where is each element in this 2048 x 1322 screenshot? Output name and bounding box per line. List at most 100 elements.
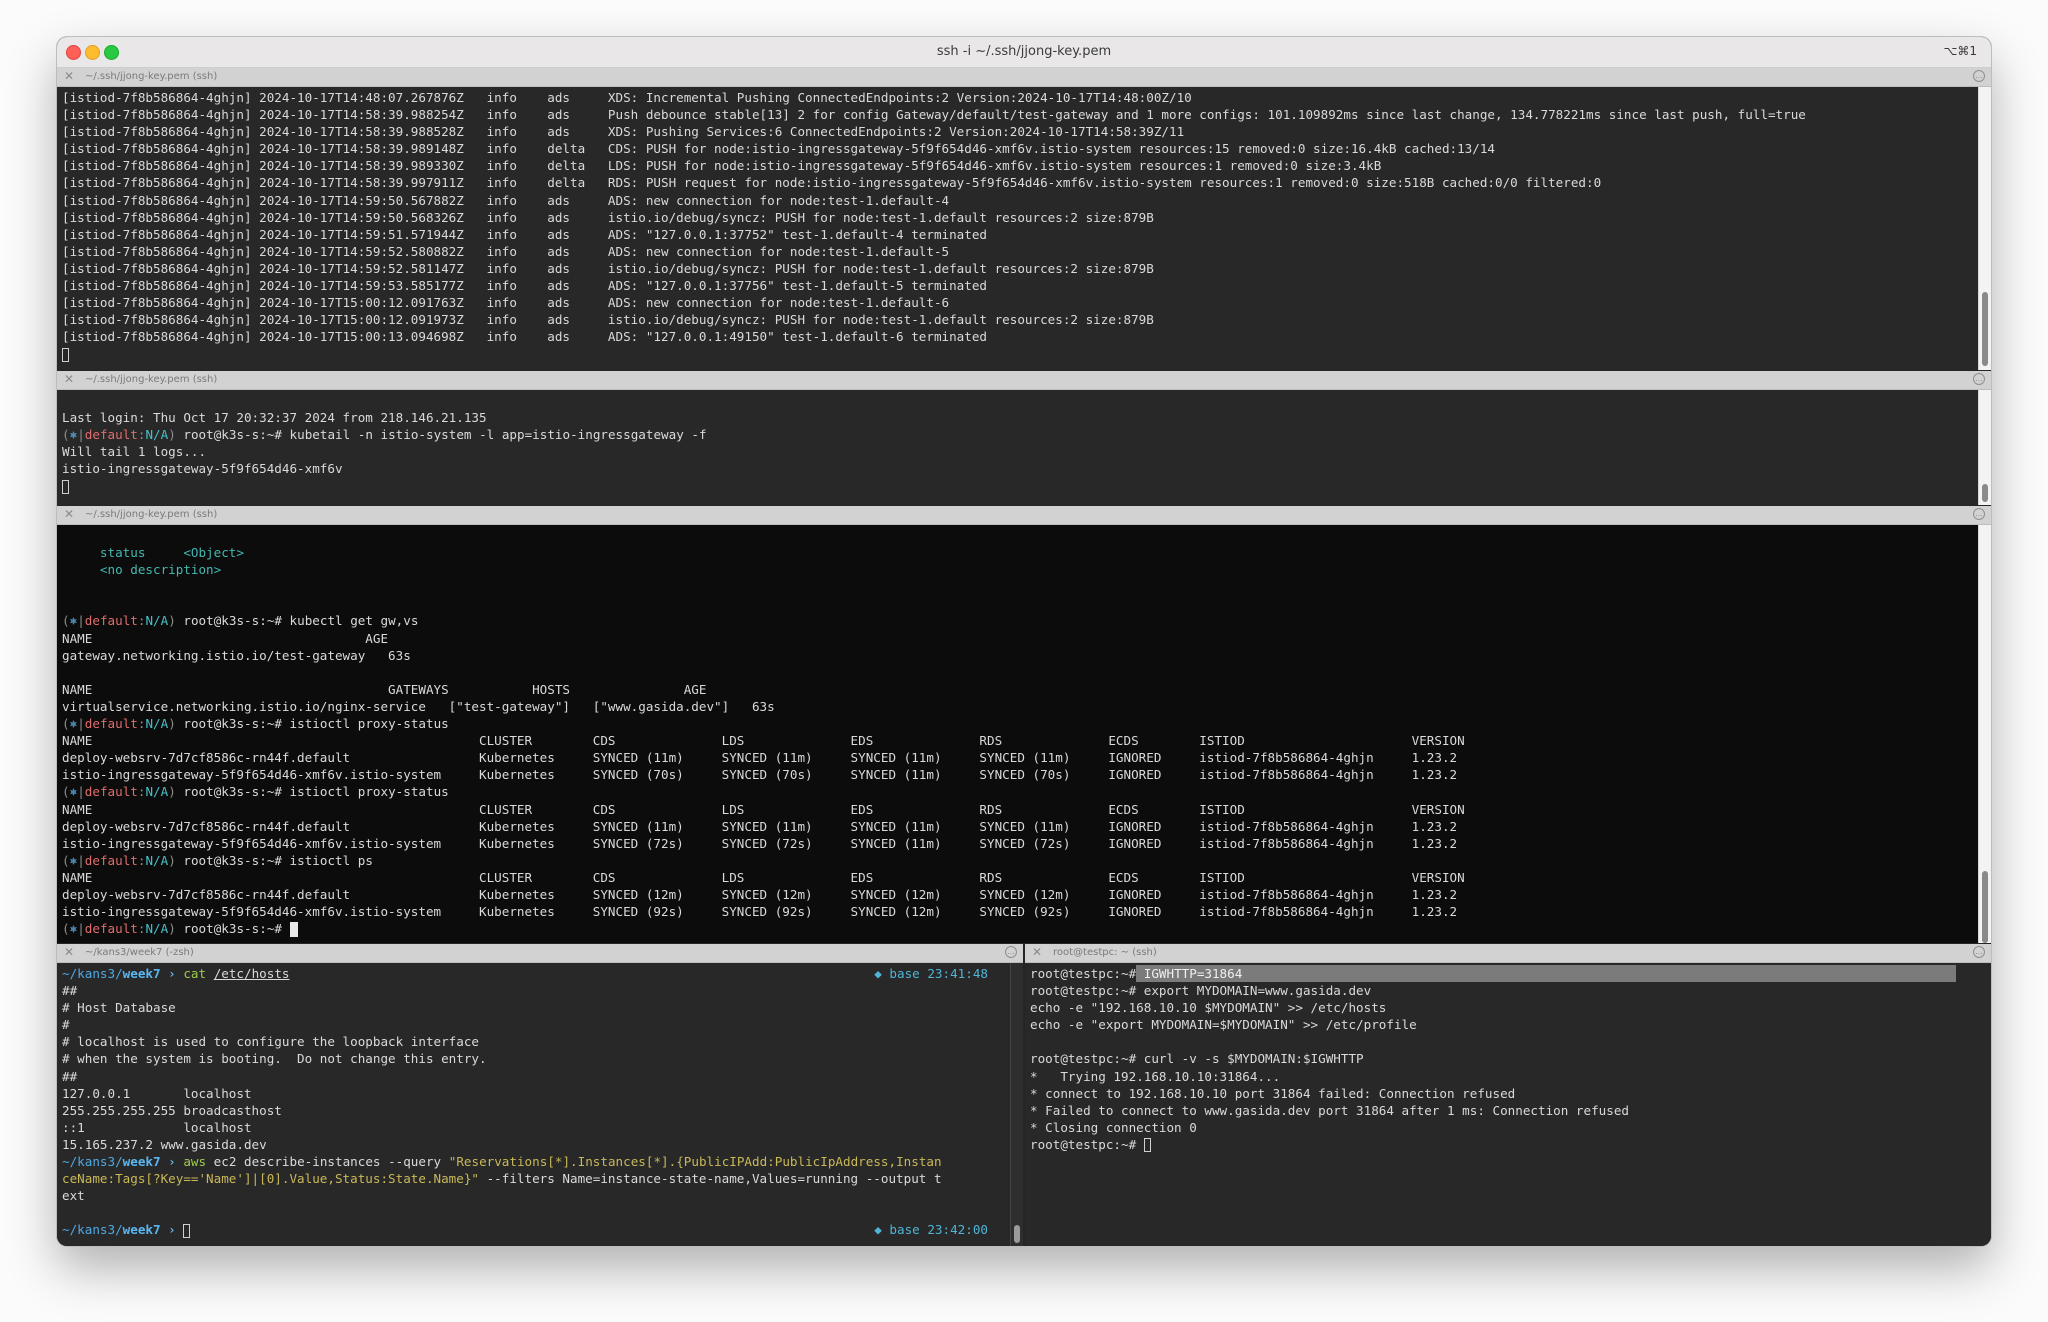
log-line: [istiod-7f8b586864-4ghjn] 2024-10-17T14:…: [62, 226, 988, 242]
prompt-line: (⎈|default:N/A) root@k3s-s:~# kubetail -…: [62, 427, 707, 443]
close-pane-icon[interactable]: ✕: [64, 372, 74, 386]
prompt-line: root@testpc:~#: [1030, 1136, 1986, 1153]
terminal-cursor: [62, 479, 69, 494]
selected-text: IGWHTTP=31864: [1136, 965, 1957, 983]
prompt-line: ~/kans3/week7 › aws ec2 describe-instanc…: [62, 1154, 942, 1170]
terminal-output[interactable]: root@testpc:~# IGWHTTP=31864 root@testpc…: [1025, 963, 1991, 1246]
terminal-output[interactable]: Last login: Thu Oct 17 20:32:37 2024 fro…: [57, 390, 1979, 505]
table-header: NAME CLUSTER CDS LDS EDS RDS ECDS ISTIOD…: [62, 801, 1465, 817]
table-row: deploy-websrv-7d7cf8586c-rn44f.default K…: [62, 886, 1458, 902]
prompt-line: ~/kans3/week7 › ◆ base 23:42:00: [62, 1222, 988, 1238]
table-header: NAME CLUSTER CDS LDS EDS RDS ECDS ISTIOD…: [62, 869, 1465, 885]
command-text: istioctl ps: [289, 852, 373, 868]
terminal-output[interactable]: [istiod-7f8b586864-4ghjn] 2024-10-17T14:…: [57, 87, 1979, 370]
scrollbar[interactable]: [1978, 87, 1991, 370]
pane-title-bar[interactable]: ✕ ~/.ssh/jjong-key.pem (ssh) …: [57, 506, 1991, 525]
table-row: deploy-websrv-7d7cf8586c-rn44f.default K…: [62, 750, 1458, 766]
prompt-line: ~/kans3/week7 › cat /etc/hosts ◆ base 23:…: [62, 966, 988, 981]
output-line: istio-ingressgateway-5f9f654d46-xmf6v: [62, 461, 343, 477]
prompt-line: (⎈|default:N/A) root@k3s-s:~# kubectl ge…: [62, 613, 419, 629]
title-bar[interactable]: ssh -i ~/.ssh/jjong-key.pem ⌥⌘1: [57, 37, 1991, 68]
table-row: istio-ingressgateway-5f9f654d46-xmf6v.is…: [62, 835, 1458, 851]
scrollbar-thumb[interactable]: [1982, 484, 1988, 502]
scrollbar-thumb[interactable]: [1982, 292, 1988, 366]
log-line: [istiod-7f8b586864-4ghjn] 2024-10-17T14:…: [62, 158, 1382, 174]
output-line: ##: [62, 983, 78, 999]
log-line: [istiod-7f8b586864-4ghjn] 2024-10-17T14:…: [62, 124, 1185, 140]
terminal-output[interactable]: status <Object> <no description> (⎈|defa…: [57, 525, 1979, 943]
table-header: NAME AGE: [62, 630, 389, 646]
output-line: root@testpc:~# export MYDOMAIN=www.gasid…: [1030, 983, 1372, 999]
terminal-cursor: [289, 922, 298, 938]
close-pane-icon[interactable]: ✕: [1032, 945, 1042, 959]
pane-istiod-logs[interactable]: ✕ ~/.ssh/jjong-key.pem (ssh) … [istiod-7…: [57, 68, 1991, 370]
log-line: [istiod-7f8b586864-4ghjn] 2024-10-17T14:…: [62, 90, 1192, 105]
window-shortcut: ⌥⌘1: [1943, 44, 1977, 58]
log-line: [istiod-7f8b586864-4ghjn] 2024-10-17T14:…: [62, 278, 988, 294]
log-line: [istiod-7f8b586864-4ghjn] 2024-10-17T15:…: [62, 312, 1154, 328]
log-line: [istiod-7f8b586864-4ghjn] 2024-10-17T14:…: [62, 243, 950, 259]
output-line: 255.255.255.255 broadcasthost: [62, 1102, 282, 1118]
pane-title-bar[interactable]: ✕ root@testpc: ~ (ssh) …: [1025, 944, 1991, 963]
pane-title: ~/kans3/week7 (-zsh): [85, 947, 194, 958]
terminal-cursor: [183, 1223, 191, 1238]
terminal-cursor: [1143, 1138, 1151, 1153]
output-line: * Closing connection 0: [1030, 1119, 1197, 1135]
pane-title: ~/.ssh/jjong-key.pem (ssh): [85, 71, 218, 82]
pane-menu-icon[interactable]: …: [1005, 946, 1017, 958]
pane-title-bar[interactable]: ✕ ~/.ssh/jjong-key.pem (ssh) …: [57, 68, 1991, 87]
pane-title: ~/.ssh/jjong-key.pem (ssh): [85, 509, 218, 520]
status-key-line: status <Object>: [62, 545, 244, 561]
close-pane-icon[interactable]: ✕: [64, 945, 74, 959]
command-text: istioctl proxy-status: [289, 784, 449, 800]
scrollbar-thumb[interactable]: [1014, 1225, 1020, 1243]
output-line: * connect to 192.168.10.10 port 31864 fa…: [1030, 1085, 1516, 1101]
terminal-output[interactable]: ~/kans3/week7 › cat /etc/hosts ◆ base 23:…: [57, 963, 1011, 1246]
output-line: ##: [62, 1068, 78, 1084]
pane-menu-icon[interactable]: …: [1973, 70, 1985, 82]
terminal-cursor: [62, 347, 69, 362]
env-time-info: ◆ base 23:42:00: [874, 1222, 988, 1238]
scrollbar-thumb[interactable]: [1982, 871, 1988, 943]
table-row: deploy-websrv-7d7cf8586c-rn44f.default K…: [62, 818, 1458, 834]
table-row: istio-ingressgateway-5f9f654d46-xmf6v.is…: [62, 904, 1458, 920]
terminal-window: ssh -i ~/.ssh/jjong-key.pem ⌥⌘1 ✕ ~/.ssh…: [57, 37, 1991, 1246]
scrollbar[interactable]: [1978, 525, 1991, 943]
command-continuation: ceName:Tags[?Key=='Name']|[0].Value,Stat…: [62, 1171, 942, 1187]
pane-menu-icon[interactable]: …: [1973, 946, 1985, 958]
last-login-line: Last login: Thu Oct 17 20:32:37 2024 fro…: [62, 410, 487, 426]
env-time-info: ◆ base 23:41:48: [874, 966, 988, 981]
pane-title-bar[interactable]: ✕ ~/.ssh/jjong-key.pem (ssh) …: [57, 371, 1991, 390]
log-line: [istiod-7f8b586864-4ghjn] 2024-10-17T14:…: [62, 260, 1154, 276]
pane-menu-icon[interactable]: …: [1973, 373, 1985, 385]
close-pane-icon[interactable]: ✕: [64, 69, 74, 83]
prompt-line: (⎈|default:N/A) root@k3s-s:~# istioctl p…: [62, 716, 449, 732]
pane-title-bar[interactable]: ✕ ~/kans3/week7 (-zsh) …: [57, 944, 1023, 963]
output-line: 127.0.0.1 localhost: [62, 1085, 252, 1101]
table-row: virtualservice.networking.istio.io/nginx…: [62, 698, 775, 714]
pane-local-zsh[interactable]: ✕ ~/kans3/week7 (-zsh) … ~/kans3/week7 ›…: [57, 944, 1023, 1246]
pane-title: root@testpc: ~ (ssh): [1053, 947, 1157, 958]
command-text: istioctl proxy-status: [289, 716, 449, 732]
pane-menu-icon[interactable]: …: [1973, 508, 1985, 520]
scrollbar[interactable]: [1978, 390, 1991, 505]
pane-testpc[interactable]: ✕ root@testpc: ~ (ssh) … root@testpc:~# …: [1025, 944, 1991, 1246]
output-line: echo -e "export MYDOMAIN=$MYDOMAIN" >> /…: [1030, 1017, 1417, 1033]
pane-title: ~/.ssh/jjong-key.pem (ssh): [85, 374, 218, 385]
log-line: [istiod-7f8b586864-4ghjn] 2024-10-17T14:…: [62, 175, 1602, 191]
pane-istioctl[interactable]: ✕ ~/.ssh/jjong-key.pem (ssh) … status <O…: [57, 506, 1991, 943]
output-line: # when the system is booting. Do not cha…: [62, 1051, 487, 1067]
table-row: gateway.networking.istio.io/test-gateway…: [62, 647, 411, 663]
table-row: istio-ingressgateway-5f9f654d46-xmf6v.is…: [62, 767, 1458, 783]
output-line: 15.165.237.2 www.gasida.dev: [62, 1136, 267, 1152]
log-line: [istiod-7f8b586864-4ghjn] 2024-10-17T14:…: [62, 192, 950, 208]
log-line: [istiod-7f8b586864-4ghjn] 2024-10-17T14:…: [62, 209, 1154, 225]
prompt-line: (⎈|default:N/A) root@k3s-s:~#: [62, 920, 1974, 938]
close-pane-icon[interactable]: ✕: [64, 507, 74, 521]
pane-kubetail[interactable]: ✕ ~/.ssh/jjong-key.pem (ssh) … Last logi…: [57, 371, 1991, 505]
scrollbar[interactable]: [1010, 963, 1023, 1246]
prompt-line: (⎈|default:N/A) root@k3s-s:~# istioctl p…: [62, 852, 373, 868]
table-header: NAME CLUSTER CDS LDS EDS RDS ECDS ISTIOD…: [62, 733, 1465, 749]
output-line: # Host Database: [62, 1000, 176, 1016]
